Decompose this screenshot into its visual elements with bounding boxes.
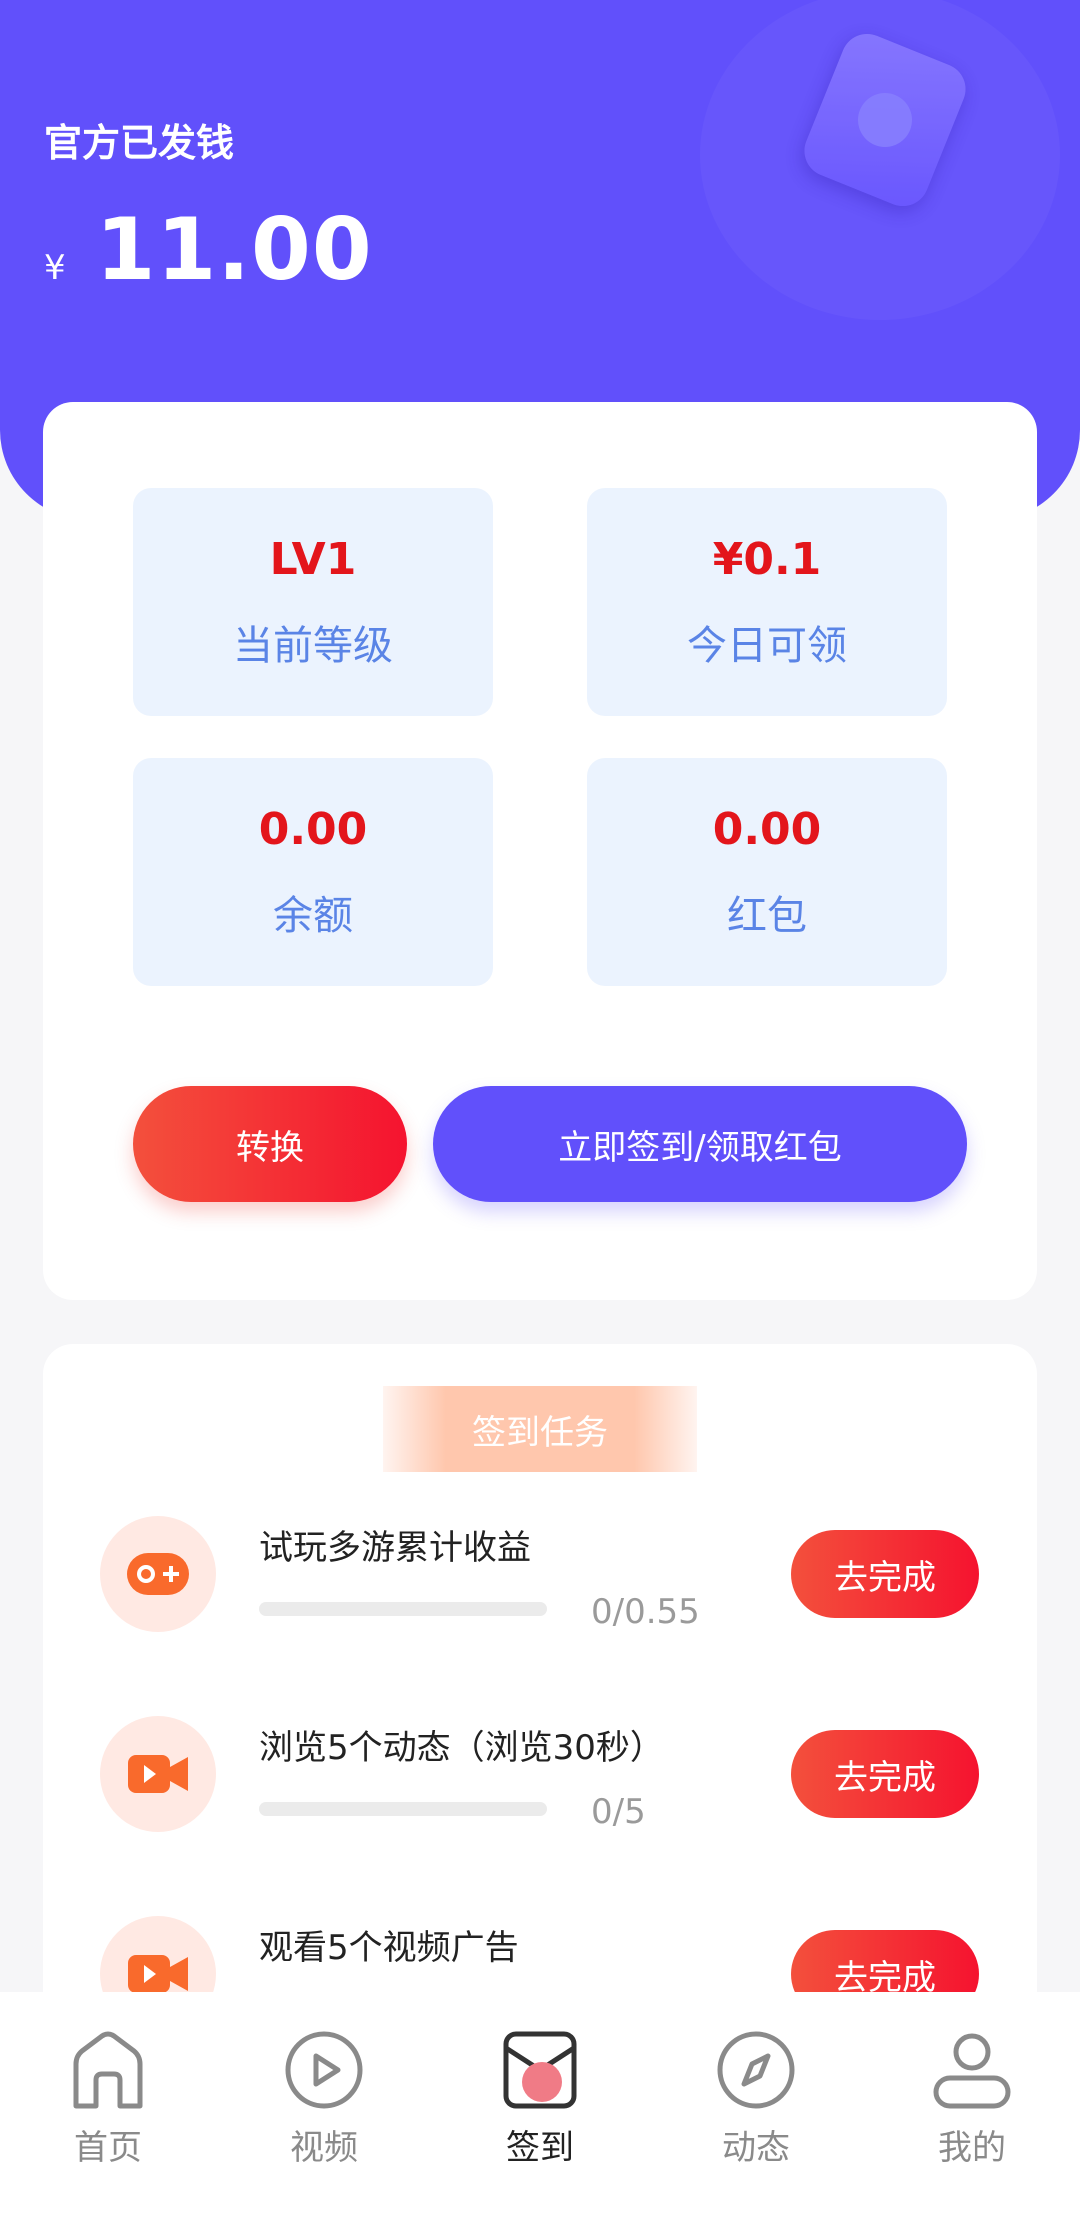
tab-mine[interactable]: 我的 xyxy=(864,2028,1080,2178)
stat-balance: 0.00 余额 xyxy=(133,758,493,986)
signin-claim-button[interactable]: 立即签到/领取红包 xyxy=(433,1086,967,1202)
header-title: 官方已发钱 xyxy=(44,121,235,165)
tab-signin[interactable]: 签到 xyxy=(432,2028,648,2178)
task-progress-text: 0/5 xyxy=(591,1792,646,1832)
tab-home[interactable]: 首页 xyxy=(0,2028,216,2178)
task-progress-bar xyxy=(259,1802,547,1816)
profile-icon xyxy=(933,2033,1011,2109)
stat-label: 余额 xyxy=(273,892,353,939)
stat-value: ¥0.1 xyxy=(712,533,822,585)
task-row: 浏览5个动态（浏览30秒） 0/5 去完成 xyxy=(43,1716,1037,1866)
header-amount-row: ¥ 11.00 xyxy=(44,200,373,300)
tasks-card: 签到任务 试玩多游累计收益 0/0.55 去完成 浏览5个动态（浏览30秒） 0… xyxy=(43,1344,1037,2044)
stat-level: LV1 当前等级 xyxy=(133,488,493,716)
task-row: 试玩多游累计收益 0/0.55 去完成 xyxy=(43,1516,1037,1666)
play-icon xyxy=(285,2031,363,2109)
tab-label: 签到 xyxy=(506,2128,574,2168)
task-name: 浏览5个动态（浏览30秒） xyxy=(259,1728,664,1768)
header-amount: 11.00 xyxy=(95,200,373,300)
stat-label: 当前等级 xyxy=(233,622,393,669)
stat-label: 今日可领 xyxy=(687,622,847,669)
home-icon xyxy=(73,2031,143,2109)
tab-label: 视频 xyxy=(290,2128,358,2168)
stat-value: 0.00 xyxy=(712,803,822,855)
currency-symbol: ¥ xyxy=(44,248,66,288)
stat-today-claimable: ¥0.1 今日可领 xyxy=(587,488,947,716)
task-name: 试玩多游累计收益 xyxy=(259,1528,531,1568)
gamepad-icon xyxy=(100,1516,216,1632)
tab-video[interactable]: 视频 xyxy=(216,2028,432,2178)
stat-label: 红包 xyxy=(727,892,807,939)
task-progress-bar xyxy=(259,1602,547,1616)
sign-in-envelope-icon xyxy=(503,2031,577,2109)
bottom-tab-bar: 首页 视频 签到 动态 我的 xyxy=(0,1992,1080,2228)
tab-label: 我的 xyxy=(938,2128,1006,2168)
tab-feed[interactable]: 动态 xyxy=(648,2028,864,2178)
stat-red-packet: 0.00 红包 xyxy=(587,758,947,986)
task-go-complete-button[interactable]: 去完成 xyxy=(791,1530,979,1618)
task-go-complete-button[interactable]: 去完成 xyxy=(791,1730,979,1818)
stat-value: LV1 xyxy=(269,533,357,585)
task-progress-text: 0/0.55 xyxy=(591,1592,700,1632)
tab-label: 动态 xyxy=(722,2128,790,2168)
tab-label: 首页 xyxy=(74,2128,142,2168)
video-camera-icon xyxy=(100,1716,216,1832)
stat-value: 0.00 xyxy=(258,803,368,855)
task-name: 观看5个视频广告 xyxy=(259,1928,519,1968)
tasks-section-title: 签到任务 xyxy=(383,1386,697,1472)
compass-icon xyxy=(717,2031,795,2109)
stats-card: LV1 当前等级 ¥0.1 今日可领 0.00 余额 0.00 红包 转换 立即… xyxy=(43,402,1037,1300)
convert-button[interactable]: 转换 xyxy=(133,1086,407,1202)
